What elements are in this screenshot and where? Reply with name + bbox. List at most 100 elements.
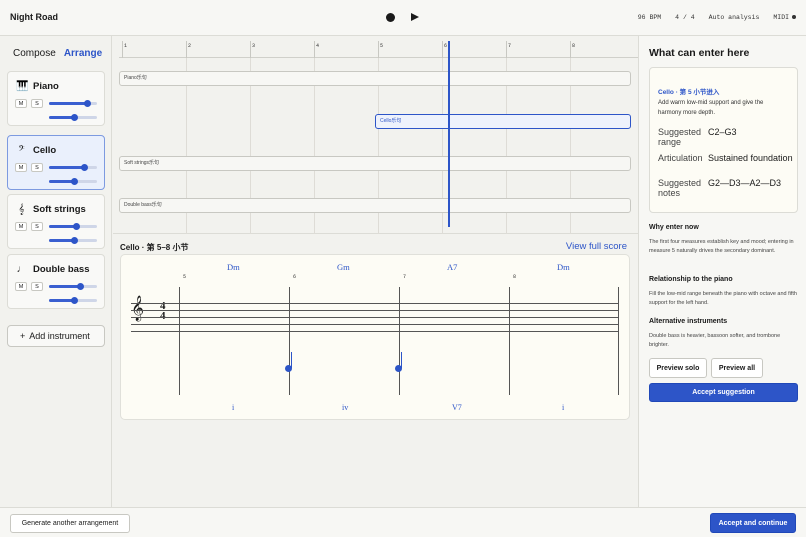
arrangement-timeline[interactable]: 12345678 Piano乐句 Cello乐句 Soft strings乐句 …	[113, 36, 638, 234]
pan-slider[interactable]	[49, 178, 97, 185]
pan-slider[interactable]	[49, 237, 97, 244]
preview-all-button[interactable]: Preview all	[711, 358, 763, 378]
lane-double-bass[interactable]: Double bass乐句	[119, 198, 631, 213]
plus-icon: +	[20, 331, 26, 341]
play-button[interactable]	[411, 13, 419, 21]
chord-symbol[interactable]: A7	[447, 262, 457, 272]
suggested-range-label: Suggested range	[658, 127, 702, 147]
track-card-piano[interactable]: 🎹 Piano M S	[7, 71, 105, 126]
articulation-label: Articulation	[658, 153, 703, 163]
why-enter-body: The first four measures establish key an…	[649, 239, 794, 254]
track-card-soft-strings[interactable]: 𝄞 Soft strings M S	[7, 194, 105, 249]
roman-numeral: i	[232, 403, 235, 412]
volume-fill	[49, 285, 80, 288]
suggested-range-value: C2–G3	[708, 127, 737, 137]
solo-button[interactable]: S	[31, 99, 43, 108]
ruler-tick	[250, 41, 251, 58]
pan-knob[interactable]	[71, 297, 78, 304]
lane-soft-strings[interactable]: Soft strings乐句	[119, 156, 631, 171]
track-name: 𝄞 Soft strings	[16, 204, 86, 215]
solo-button[interactable]: S	[31, 282, 43, 291]
volume-slider[interactable]	[49, 223, 97, 230]
bass-clef-icon: 𝄢	[18, 145, 25, 156]
barline	[618, 287, 619, 395]
tab-compose[interactable]: Compose	[13, 48, 56, 59]
measure-number: 4	[316, 43, 320, 49]
solo-button[interactable]: S	[31, 222, 43, 231]
status-bar: 96 BPM 4 / 4 Auto analysis MIDI	[638, 14, 796, 21]
tab-arrange[interactable]: Arrange	[64, 48, 102, 59]
track-label: Cello	[33, 145, 57, 156]
track-card-cello[interactable]: 𝄢 Cello M S	[7, 135, 105, 190]
score-header: Cello · 第 5–8 小节	[120, 243, 189, 252]
solo-button[interactable]: S	[31, 163, 43, 172]
bpm-readout[interactable]: 96 BPM	[638, 14, 661, 21]
volume-knob[interactable]	[84, 100, 91, 107]
accept-continue-button[interactable]: Accept and continue	[710, 513, 796, 533]
mute-button[interactable]: M	[15, 222, 27, 231]
track-card-double-bass[interactable]: ♩ Double bass M S	[7, 254, 105, 309]
clip-cello[interactable]: Cello乐句	[375, 114, 631, 129]
volume-fill	[49, 166, 84, 169]
record-button[interactable]	[386, 13, 395, 22]
ruler-tick	[186, 41, 187, 58]
pan-slider[interactable]	[49, 297, 97, 304]
ruler-tick	[122, 41, 123, 58]
volume-knob[interactable]	[81, 164, 88, 171]
mute-button[interactable]: M	[15, 99, 27, 108]
volume-slider[interactable]	[49, 100, 97, 107]
lane-piano[interactable]: Piano乐句	[119, 71, 631, 86]
suggestion-description: Add warm low-mid support and give the ha…	[658, 100, 764, 116]
suggestion-panel: What can enter here Cello · 第 5 小节进入 Add…	[638, 36, 806, 507]
time-signature-readout[interactable]: 4 / 4	[675, 14, 695, 21]
volume-knob[interactable]	[77, 283, 84, 290]
view-full-score-link[interactable]: View full score	[566, 241, 627, 252]
chord-symbol[interactable]: Dm	[227, 262, 240, 272]
generate-arrangement-button[interactable]: Generate another arrangement	[10, 514, 130, 533]
measure-ruler[interactable]: 1 2 3 4 5 6 7 8	[119, 41, 638, 58]
ruler-tick	[570, 41, 571, 58]
measure-number: 8	[572, 43, 576, 49]
chord-symbol[interactable]: Gm	[337, 262, 350, 272]
alternatives-title: Alternative instruments	[649, 318, 728, 325]
pan-slider[interactable]	[49, 114, 97, 121]
midi-indicator-icon	[792, 15, 796, 20]
pan-knob[interactable]	[71, 178, 78, 185]
pan-knob[interactable]	[71, 114, 78, 121]
preview-solo-button[interactable]: Preview solo	[649, 358, 707, 378]
track-label: Piano	[33, 81, 59, 92]
alternatives-body: Double bass is heavier, bassoon softer, …	[649, 333, 781, 348]
add-instrument-button[interactable]: + Add instrument	[7, 325, 105, 347]
chord-symbol[interactable]: Dm	[557, 262, 570, 272]
relationship-body: Fill the low-mid range beneath the piano…	[649, 291, 797, 306]
measure-number: 3	[252, 43, 256, 49]
staff-line	[131, 310, 619, 311]
panel-title: What can enter here	[649, 47, 750, 59]
volume-knob[interactable]	[73, 223, 80, 230]
pan-knob[interactable]	[71, 237, 78, 244]
barline	[509, 287, 510, 395]
suggestion-title: Cello · 第 5 小节进入	[658, 89, 720, 96]
mute-button[interactable]: M	[15, 163, 27, 172]
score-view: 𝄞 4 4 Dm 5 i Gm 6 iv A7 7 V7 Dm 8 i	[120, 254, 630, 420]
measure-number: 6	[444, 43, 448, 49]
roman-numeral: i	[562, 403, 565, 412]
auto-analysis-toggle[interactable]: Auto analysis	[709, 14, 760, 21]
note-stem	[291, 352, 292, 368]
ruler-tick	[378, 41, 379, 58]
relationship-title: Relationship to the piano	[649, 276, 733, 283]
add-instrument-label: Add instrument	[29, 331, 90, 341]
accept-suggestion-button[interactable]: Accept suggestion	[649, 383, 798, 402]
midi-label: MIDI	[773, 14, 789, 21]
volume-fill	[49, 225, 76, 228]
measure-number: 7	[508, 43, 512, 49]
barline	[289, 287, 290, 395]
barline	[179, 287, 180, 395]
mute-button[interactable]: M	[15, 282, 27, 291]
volume-slider[interactable]	[49, 164, 97, 171]
midi-status[interactable]: MIDI	[773, 14, 796, 21]
score-measure-number: 8	[513, 274, 517, 280]
volume-slider[interactable]	[49, 283, 97, 290]
suggested-notes-row: Suggested notes G2—D3—A2—D3	[658, 178, 793, 198]
playhead[interactable]	[448, 41, 450, 227]
